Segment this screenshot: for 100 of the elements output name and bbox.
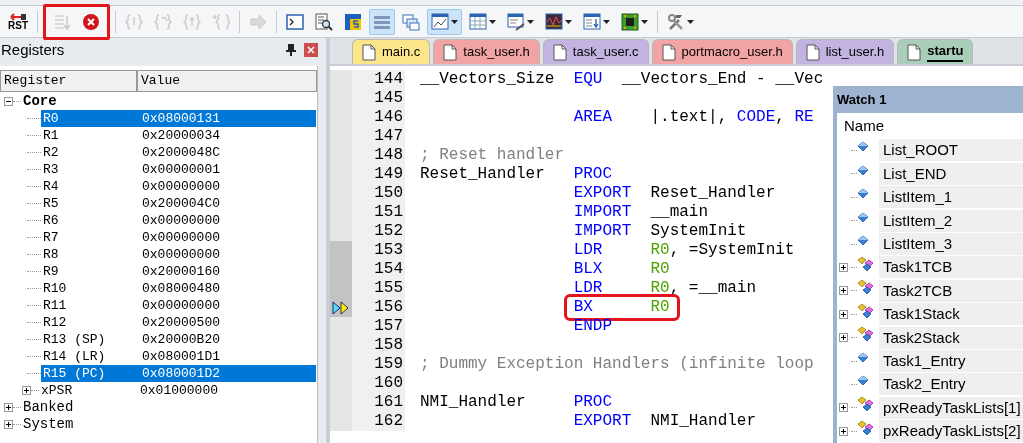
register-name: R11 xyxy=(42,296,68,315)
caret-icon xyxy=(565,19,572,24)
code-statement: EXPORT Reset_Handler xyxy=(573,184,776,203)
pin-icon[interactable] xyxy=(286,44,296,56)
plus-icon[interactable] xyxy=(839,426,848,436)
line-number: 152 xyxy=(352,222,405,241)
code-label: __Vectors_Size xyxy=(420,70,555,88)
code-label: Reset_Handler xyxy=(420,165,545,183)
register-row[interactable]: R0 0x08000131 xyxy=(41,110,316,127)
code-comment: ; Dummy Exception Handlers (infinite loop xyxy=(420,355,814,374)
column-header[interactable]: Register xyxy=(0,70,137,92)
register-row[interactable]: R2 0x2000048C xyxy=(41,144,316,161)
register-row[interactable]: R15 (PC) 0x080001D2 xyxy=(41,365,316,382)
watch-item[interactable]: pxReadyTaskLists[2] xyxy=(879,420,1023,443)
register-row[interactable]: R11 0x00000000 xyxy=(41,297,316,314)
register-row[interactable]: R6 0x00000000 xyxy=(41,212,316,229)
register-name: R12 xyxy=(42,313,68,332)
document-icon xyxy=(362,43,376,61)
file-tab[interactable]: portmacro_user.h xyxy=(651,39,793,64)
right-arrow-icon xyxy=(249,12,267,31)
register-row[interactable]: R4 0x00000000 xyxy=(41,178,316,195)
minus-icon[interactable] xyxy=(4,97,13,106)
plus-icon[interactable] xyxy=(22,386,31,395)
watch-item[interactable]: Task1Stack xyxy=(879,303,1023,326)
caret-icon xyxy=(527,19,534,24)
line-number: 151 xyxy=(352,203,405,222)
register-row[interactable]: R5 0x200004C0 xyxy=(41,195,316,212)
document-icon xyxy=(661,43,676,61)
stacked-windows-icon xyxy=(402,12,420,31)
watch-item[interactable]: Task2Stack xyxy=(879,326,1023,349)
plus-icon[interactable] xyxy=(4,403,13,412)
register-name: R15 (PC) xyxy=(42,364,107,383)
close-button[interactable] xyxy=(304,43,318,57)
braces-icon xyxy=(212,12,230,31)
file-tab[interactable]: list_user.h xyxy=(795,39,895,64)
plus-icon[interactable] xyxy=(839,286,848,296)
column-header[interactable]: Value xyxy=(137,70,317,92)
plus-icon[interactable] xyxy=(839,403,848,413)
toolbar-button[interactable] xyxy=(427,8,462,35)
document-icon xyxy=(552,43,567,61)
code-comment: ; Reset handler xyxy=(420,146,565,165)
line-number: 155 xyxy=(352,279,405,298)
watch-item[interactable]: Task1TCB xyxy=(879,256,1023,279)
watch-item[interactable]: ListItem_1 xyxy=(879,186,1023,209)
register-name: R13 (SP) xyxy=(42,330,107,349)
window-title: Watch 1 xyxy=(837,90,887,109)
register-value: 0x01000000 xyxy=(140,381,218,400)
line-number: 145 xyxy=(352,89,405,108)
register-row[interactable]: R10 0x08000480 xyxy=(41,280,316,297)
list-arrow-window-icon xyxy=(583,12,601,31)
register-row[interactable]: R7 0x00000000 xyxy=(41,229,316,246)
arrow-icon xyxy=(9,12,27,21)
register-name: xPSR xyxy=(40,381,74,400)
wave-window-icon xyxy=(545,12,563,31)
register-value: 0x20000500 xyxy=(142,313,220,332)
plus-icon[interactable] xyxy=(839,333,848,343)
watch-item[interactable]: List_END xyxy=(879,162,1023,185)
plus-icon[interactable] xyxy=(839,262,848,272)
file-tab[interactable]: main.c xyxy=(352,39,431,64)
register-value: 0x20000160 xyxy=(142,262,220,281)
diamonds-icon xyxy=(857,396,874,412)
register-row[interactable]: R12 0x20000500 xyxy=(41,314,316,331)
code-statement: EXPORT NMI_Handler xyxy=(573,412,757,431)
code-statement: IMPORT __main xyxy=(573,203,709,222)
tree-group-label[interactable]: Core xyxy=(21,91,57,112)
file-tab[interactable]: task_user.h xyxy=(433,39,540,64)
chart-window-icon xyxy=(431,12,449,31)
document-icon xyxy=(805,43,820,61)
watch-item[interactable]: ListItem_2 xyxy=(879,209,1023,232)
register-value: 0x200004C0 xyxy=(142,194,220,213)
register-row[interactable]: R8 0x00000000 xyxy=(41,246,316,263)
caret-icon xyxy=(451,19,458,24)
register-row[interactable]: R14 (LR) 0x080001D1 xyxy=(41,348,316,365)
line-number: 146 xyxy=(352,108,405,127)
file-tab[interactable]: task_user.c xyxy=(542,39,649,64)
watch-item[interactable]: Task2TCB xyxy=(879,279,1023,302)
column-header[interactable]: Name xyxy=(844,114,884,138)
code-statement: PROC xyxy=(573,165,613,184)
watch-item[interactable]: Task1_Entry xyxy=(879,350,1023,373)
caret-icon xyxy=(489,19,496,24)
register-row[interactable]: xPSR 0x01000000 xyxy=(39,382,316,399)
document-magnifier-icon xyxy=(315,12,333,31)
plus-icon[interactable] xyxy=(4,420,13,429)
file-tab[interactable]: startu xyxy=(897,39,974,64)
diamonds-icon xyxy=(857,255,874,271)
register-name: R1 xyxy=(42,126,60,145)
register-row[interactable]: R3 0x00000001 xyxy=(41,161,316,178)
diamond-icon xyxy=(857,164,869,175)
register-row[interactable]: R9 0x20000160 xyxy=(41,263,316,280)
watch-item[interactable]: pxReadyTaskLists[1] xyxy=(879,396,1023,419)
watch-item[interactable]: Task2_Entry xyxy=(879,373,1023,396)
register-name: R8 xyxy=(42,245,60,264)
register-row[interactable]: R1 0x20000034 xyxy=(41,127,316,144)
register-value: 0x00000000 xyxy=(142,177,220,196)
register-row[interactable]: R13 (SP) 0x20000B20 xyxy=(41,331,316,348)
plus-icon[interactable] xyxy=(839,309,848,319)
diamond-icon xyxy=(857,141,869,152)
watch-item[interactable]: List_ROOT xyxy=(879,139,1023,162)
toolbar-button[interactable]: RST xyxy=(4,8,32,35)
watch-item[interactable]: ListItem_3 xyxy=(879,233,1023,255)
